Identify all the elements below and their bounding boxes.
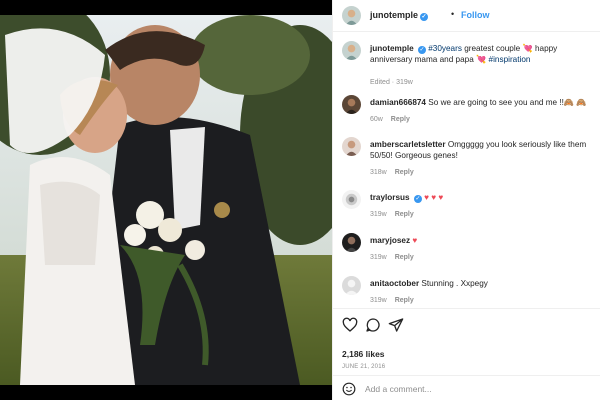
reply-button[interactable]: Reply xyxy=(395,297,414,304)
comment-meta: 319w Reply xyxy=(370,254,414,261)
comment-text: traylorsus ✓ ♥ ♥ ♥ xyxy=(370,192,588,203)
reply-button[interactable]: Reply xyxy=(395,169,414,176)
header-separator: • xyxy=(451,9,455,19)
caption-edited: Edited · 319w xyxy=(370,79,413,86)
heart-emoji-icon: 💘 xyxy=(522,44,533,53)
reply-button[interactable]: Reply xyxy=(391,116,410,123)
comment-icon[interactable] xyxy=(365,317,381,333)
post-photo[interactable] xyxy=(0,15,332,385)
comment-text: damian666874 So we are going to see you … xyxy=(370,97,588,108)
reply-button[interactable]: Reply xyxy=(395,211,414,218)
comment-body: Stunning . Xxpegy xyxy=(421,279,488,288)
caption-text: junotemple ✓ #30years greatest couple 💘 … xyxy=(370,43,588,65)
caption-body: greatest couple xyxy=(464,44,521,53)
verified-icon: ✓ xyxy=(417,46,426,54)
verified-icon: ✓ xyxy=(413,195,422,203)
avatar[interactable] xyxy=(342,41,361,60)
comments-list[interactable]: junotemple ✓ #30years greatest couple 💘 … xyxy=(333,33,600,306)
comment-input[interactable] xyxy=(365,382,591,396)
avatar[interactable] xyxy=(342,190,361,209)
comment-age: 319w xyxy=(370,211,387,218)
comment-text: maryjosez ♥ xyxy=(370,235,588,246)
caption-username[interactable]: junotemple xyxy=(370,44,414,53)
comment-body: ♥ xyxy=(412,236,418,245)
heart-emoji-icon: 💘 xyxy=(476,55,487,64)
comment-age: 319w xyxy=(370,297,387,304)
verified-icon: ✓ xyxy=(420,13,429,21)
comment-text: anitaoctober Stunning . Xxpegy xyxy=(370,278,588,289)
comment-username[interactable]: traylorsus xyxy=(370,193,410,202)
comment-meta: 60w Reply xyxy=(370,116,410,123)
comment-username[interactable]: damian666874 xyxy=(370,98,426,107)
header-username[interactable]: junotemple ✓ xyxy=(370,10,429,21)
avatar[interactable] xyxy=(342,6,361,25)
emoji-icon[interactable] xyxy=(342,382,356,396)
comment-age: 319w xyxy=(370,254,387,261)
post-actions: 2,186 likes JUNE 21, 2016 xyxy=(333,308,600,400)
avatar[interactable] xyxy=(342,233,361,252)
avatar[interactable] xyxy=(342,137,361,156)
post-sidebar: junotemple ✓ • Follow junotemple ✓ #30yea… xyxy=(332,0,600,400)
wedding-photo-image xyxy=(0,15,332,385)
likes-count[interactable]: 2,186 likes xyxy=(342,349,385,359)
avatar[interactable] xyxy=(342,276,361,295)
post-date: JUNE 21, 2016 xyxy=(342,364,386,370)
hashtag-link[interactable]: #inspiration xyxy=(489,55,531,64)
comment-age: 318w xyxy=(370,169,387,176)
follow-button[interactable]: Follow xyxy=(461,10,490,20)
post-photo-pane xyxy=(0,0,332,400)
comment-username[interactable]: maryjosez xyxy=(370,236,410,245)
comment-username[interactable]: amberscarletsletter xyxy=(370,140,446,149)
comment-age: 60w xyxy=(370,116,383,123)
avatar[interactable] xyxy=(342,95,361,114)
comment-username[interactable]: anitaoctober xyxy=(370,279,419,288)
comment-meta: 319w Reply xyxy=(370,297,414,304)
comment-text: amberscarletsletter Omggggg you look ser… xyxy=(370,139,588,161)
post-header: junotemple ✓ • Follow xyxy=(333,0,600,32)
share-icon[interactable] xyxy=(388,317,404,333)
comment-body: So we are going to see you and me !!🙈 🙈 xyxy=(428,98,587,107)
comment-body: ♥ ♥ ♥ xyxy=(424,193,444,202)
reply-button[interactable]: Reply xyxy=(395,254,414,261)
add-comment-bar xyxy=(333,375,600,400)
comment-meta: 318w Reply xyxy=(370,169,414,176)
comment-meta: 319w Reply xyxy=(370,211,414,218)
hashtag-link[interactable]: #30years xyxy=(428,44,462,53)
heart-icon[interactable] xyxy=(342,317,358,333)
